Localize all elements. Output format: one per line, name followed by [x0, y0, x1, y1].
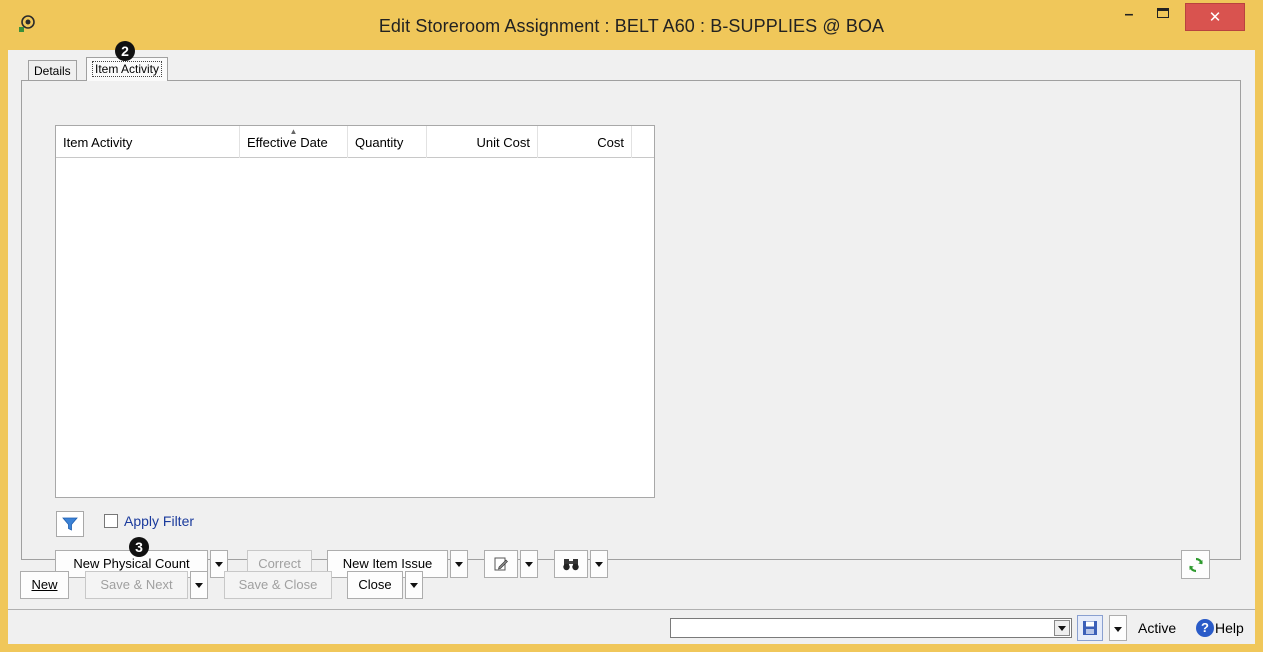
close-window-button[interactable]: ✕ [1185, 3, 1245, 31]
tab-details[interactable]: Details [28, 60, 77, 80]
column-header-effective-date[interactable]: ▲ Effective Date [240, 126, 348, 158]
item-activity-panel: Item Activity ▲ Effective Date Quantity … [21, 80, 1241, 579]
grid-header: Item Activity ▲ Effective Date Quantity … [56, 126, 654, 158]
step-marker-3: 3 [129, 537, 149, 557]
new-record-button[interactable]: New [20, 571, 69, 599]
find-dropdown[interactable] [590, 550, 608, 578]
column-header-quantity[interactable]: Quantity [348, 126, 427, 158]
window-title: Edit Storeroom Assignment : BELT A60 : B… [378, 16, 885, 36]
save-close-button[interactable]: Save & Close [224, 571, 332, 599]
item-activity-grid[interactable]: Item Activity ▲ Effective Date Quantity … [55, 125, 655, 498]
close-button[interactable]: Close [347, 571, 403, 599]
binoculars-icon [563, 559, 579, 571]
edit-button[interactable] [484, 550, 518, 578]
save-record-button[interactable] [1077, 615, 1103, 641]
column-header-item-activity[interactable]: Item Activity [56, 126, 240, 158]
record-status-text: Active [1138, 620, 1177, 636]
filter-button[interactable] [56, 511, 84, 537]
tab-item-activity-label: Item Activity [92, 61, 163, 77]
find-button[interactable] [554, 550, 588, 578]
application-window: Edit Storeroom Assignment : BELT A60 : B… [0, 0, 1263, 652]
refresh-icon [1188, 557, 1203, 572]
status-bar: Active ? Help [8, 609, 1255, 644]
close-dropdown[interactable] [405, 571, 423, 599]
title-bar[interactable]: Edit Storeroom Assignment : BELT A60 : B… [0, 0, 1263, 50]
edit-document-icon [494, 557, 508, 571]
sort-ascending-icon: ▲ [289, 127, 298, 136]
maximize-icon [1157, 7, 1169, 18]
floppy-disk-icon [1083, 621, 1097, 635]
status-combobox[interactable] [670, 618, 1072, 638]
column-header-cost[interactable]: Cost [538, 126, 632, 158]
apply-filter-label[interactable]: Apply Filter [124, 513, 194, 529]
column-header-unit-cost[interactable]: Unit Cost [427, 126, 538, 158]
column-header-effective-date-label: Effective Date [247, 135, 328, 150]
apply-filter-checkbox[interactable] [104, 514, 118, 528]
new-item-issue-dropdown[interactable] [450, 550, 468, 578]
new-record-label: New [31, 577, 58, 592]
minimize-button[interactable]: – [1114, 0, 1144, 30]
step-marker-2: 2 [115, 41, 135, 61]
window-client-area: Details Item Activity 2 Item Activity ▲ … [8, 41, 1255, 644]
funnel-icon [62, 517, 78, 531]
refresh-button[interactable] [1181, 550, 1210, 579]
help-icon[interactable]: ? [1196, 619, 1214, 637]
status-combobox-dropdown[interactable] [1054, 620, 1070, 636]
maximize-button[interactable] [1148, 0, 1178, 30]
edit-dropdown[interactable] [520, 550, 538, 578]
save-record-dropdown[interactable] [1109, 615, 1127, 641]
save-next-dropdown[interactable] [190, 571, 208, 599]
help-link[interactable]: Help [1215, 620, 1244, 636]
save-next-button[interactable]: Save & Next [85, 571, 188, 599]
